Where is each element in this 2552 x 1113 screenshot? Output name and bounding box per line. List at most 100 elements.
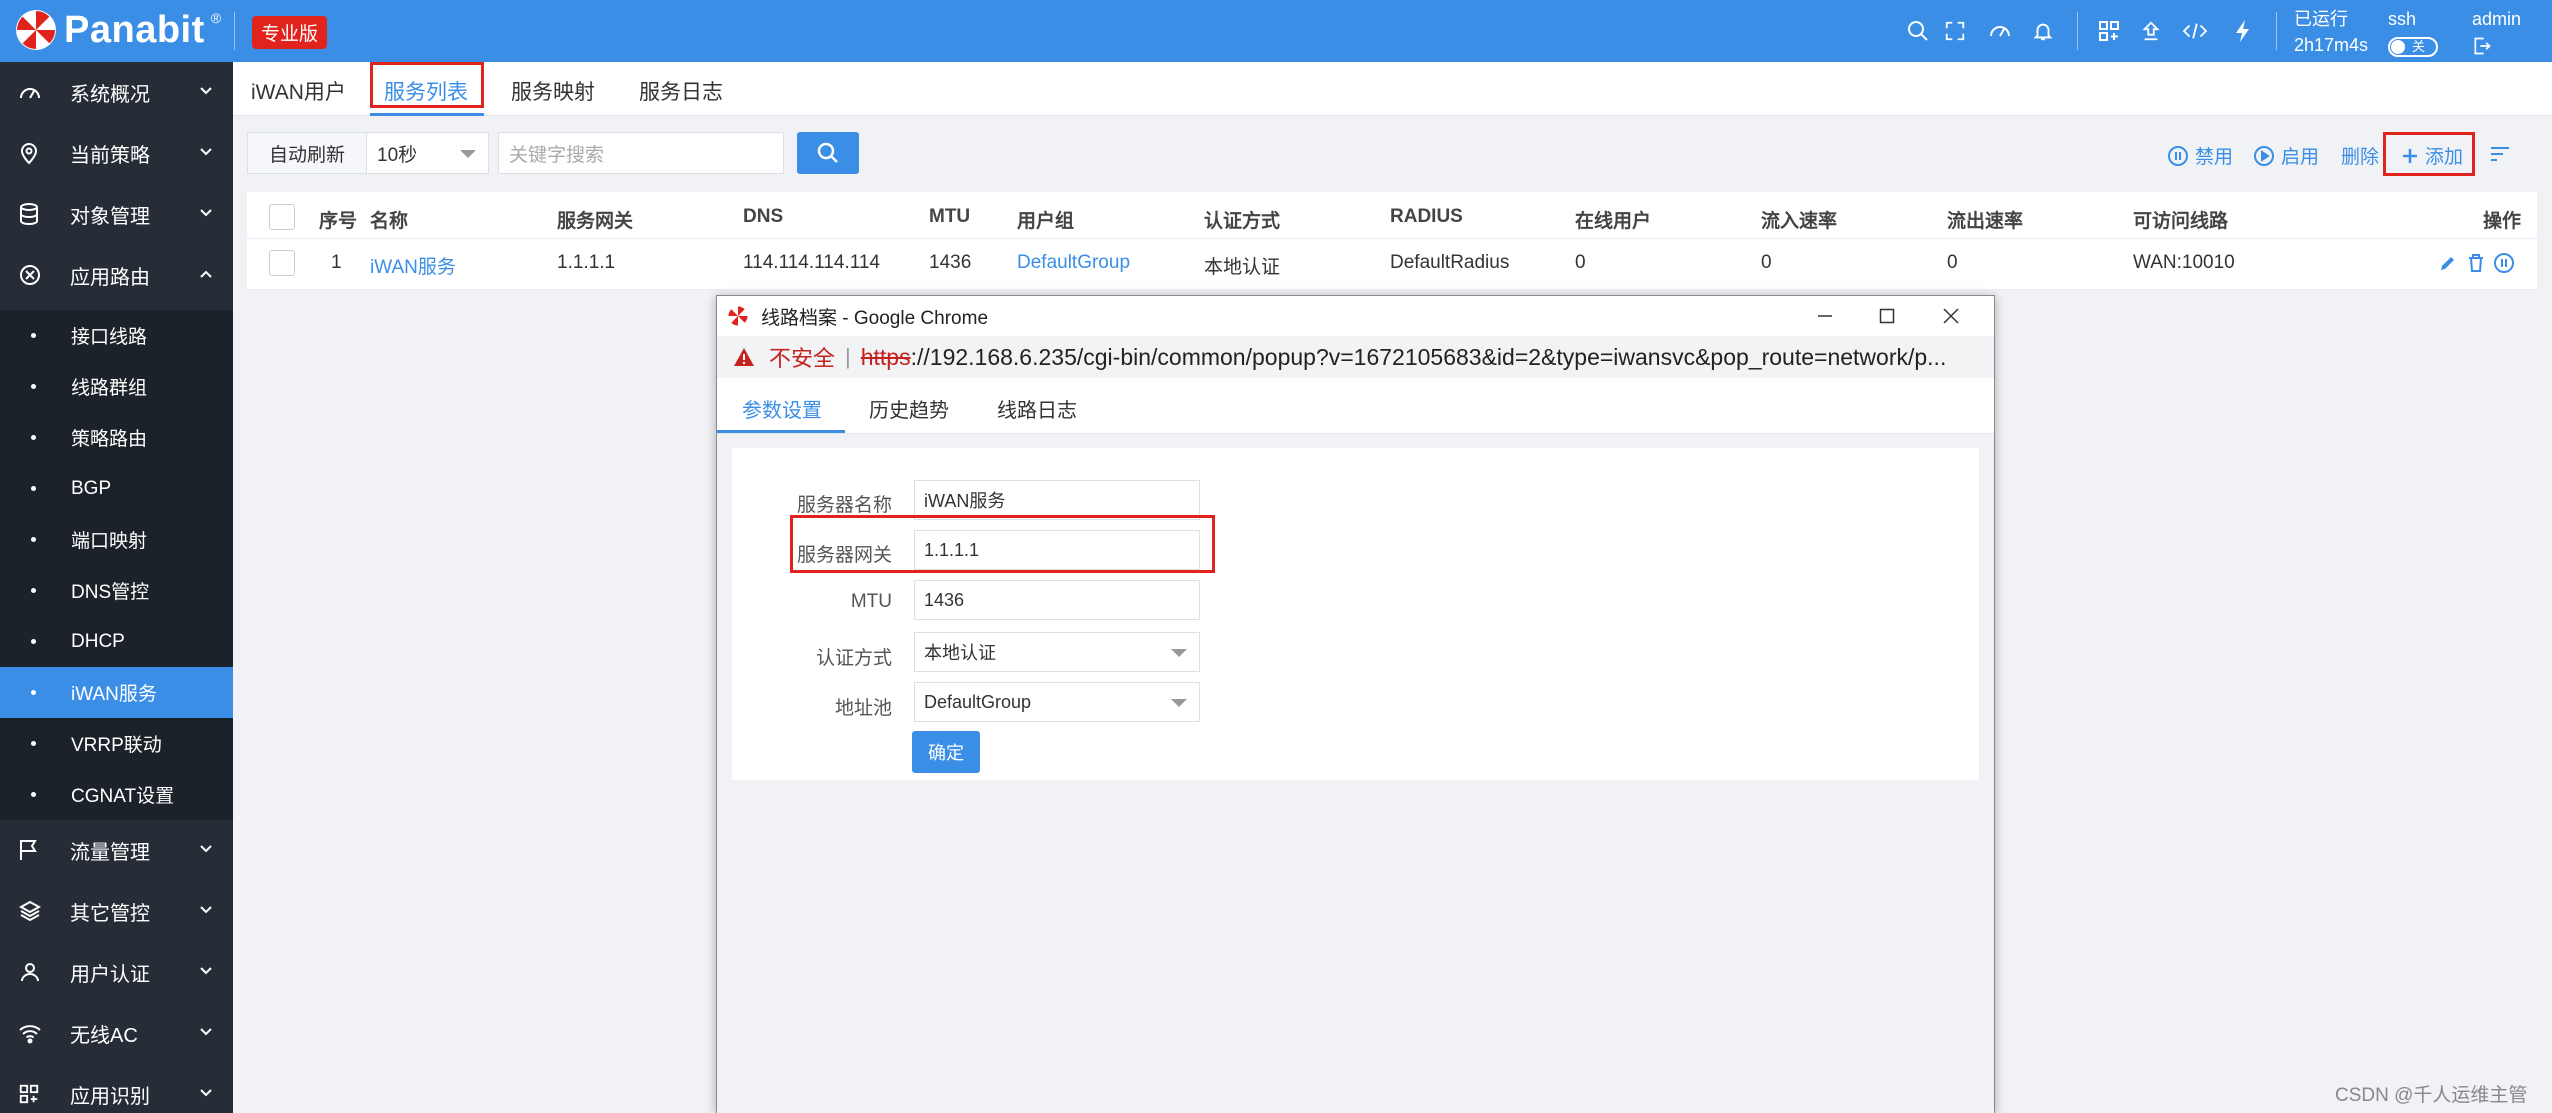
sidebar-item-label: 当前策略 (70, 144, 150, 167)
search-icon[interactable] (1903, 16, 1933, 46)
server-name-field[interactable]: iWAN服务 (914, 480, 1200, 520)
divider (2077, 12, 2078, 50)
confirm-button[interactable]: 确定 (912, 731, 980, 773)
delete-label: 删除 (2341, 147, 2380, 168)
bullet (31, 537, 36, 542)
separator: | (845, 344, 851, 369)
minimize-button[interactable] (1805, 302, 1845, 330)
tab-params[interactable]: 参数设置 (742, 394, 822, 423)
tab-service-log[interactable]: 服务日志 (639, 76, 723, 106)
search-input[interactable]: 关键字搜索 (498, 132, 784, 174)
sidebar-subitem-bgp[interactable]: BGP (0, 463, 233, 514)
service-table: 序号 名称 服务网关 DNS MTU 用户组 认证方式 RADIUS 在线用户 … (247, 192, 2537, 290)
sidebar-item-app-routing[interactable]: 应用路由 (0, 245, 233, 305)
sidebar-subitem-dhcp[interactable]: DHCP (0, 616, 233, 667)
column-header: 用户组 (1017, 211, 1075, 232)
enable-button[interactable]: 启用 (2253, 142, 2319, 169)
chevron-down-icon (200, 148, 212, 156)
sidebar-item-system-overview[interactable]: 系统概况 (0, 62, 233, 122)
disable-button[interactable]: 禁用 (2167, 142, 2233, 169)
bullet (31, 435, 36, 440)
tab-history[interactable]: 历史趋势 (869, 394, 949, 423)
column-header: 认证方式 (1204, 211, 1281, 232)
sidebar-item-wireless-ac[interactable]: 无线AC (0, 1003, 233, 1063)
sidebar-item-other-control[interactable]: 其它管控 (0, 881, 233, 941)
uptime-value: 2h17m4s (2294, 35, 2369, 55)
upload-icon[interactable] (2136, 16, 2166, 46)
fullscreen-icon[interactable] (1940, 16, 1970, 46)
sidebar-subitem-policy-routing[interactable]: 策略路由 (0, 412, 233, 463)
apps-icon (19, 1084, 39, 1104)
sidebar-item-user-auth[interactable]: 用户认证 (0, 942, 233, 1002)
lightning-icon[interactable] (2228, 16, 2258, 46)
maximize-icon (1879, 308, 1895, 324)
search-button[interactable] (797, 132, 859, 174)
dropdown-arrow-icon (460, 150, 476, 158)
sidebar-subitem-interface-lines[interactable]: 接口线路 (0, 310, 233, 361)
sidebar-subitem-label: VRRP联动 (71, 735, 162, 756)
tab-iwan-users[interactable]: iWAN用户 (251, 76, 346, 106)
maximize-button[interactable] (1867, 302, 1907, 330)
layers-icon (18, 900, 42, 922)
auth-method-select[interactable]: 本地认证 (914, 632, 1200, 672)
dashboard-gauge-icon[interactable] (1985, 16, 2015, 46)
refresh-interval-select[interactable]: 10秒 (367, 132, 489, 174)
tab-service-mapping[interactable]: 服务映射 (511, 76, 595, 106)
sidebar-subitem-dns-control[interactable]: DNS管控 (0, 565, 233, 616)
admin-menu[interactable]: admin (2472, 6, 2521, 63)
cell-group-link[interactable]: DefaultGroup (1017, 252, 1130, 274)
sidebar-item-label: 对象管理 (70, 205, 150, 228)
select-all-checkbox[interactable] (269, 204, 295, 230)
edit-icon[interactable] (2439, 254, 2457, 272)
flag-icon (20, 840, 37, 860)
sidebar-item-traffic-management[interactable]: 流量管理 (0, 820, 233, 880)
highlight-box (790, 515, 1215, 573)
refresh-interval-value: 10秒 (377, 144, 418, 166)
sidebar-subitem-vrrp[interactable]: VRRP联动 (0, 718, 233, 769)
code-icon[interactable] (2180, 16, 2210, 46)
cell-lines: WAN:10010 (2133, 252, 2235, 273)
sidebar-item-label: 系统概况 (70, 83, 150, 106)
sidebar-item-app-recognition[interactable]: 应用识别 (0, 1064, 233, 1113)
column-header: 名称 (370, 211, 409, 232)
sidebar-item-object-management[interactable]: 对象管理 (0, 184, 233, 244)
delete-button[interactable]: 删除 (2341, 142, 2379, 169)
logout-icon[interactable] (2472, 36, 2492, 56)
mtu-label: MTU (850, 591, 892, 612)
tab-line-log[interactable]: 线路日志 (997, 394, 1077, 423)
admin-username: admin (2472, 9, 2522, 29)
column-header: 序号 (319, 211, 358, 232)
pause-circle-icon[interactable] (2493, 252, 2515, 274)
bullet (31, 588, 36, 593)
enable-label: 启用 (2281, 147, 2320, 168)
sort-icon[interactable] (2489, 144, 2511, 164)
dropdown-arrow-icon (1171, 699, 1187, 707)
sidebar-subitem-port-mapping[interactable]: 端口映射 (0, 514, 233, 565)
mtu-field[interactable]: 1436 (914, 580, 1200, 620)
sidebar-subitem-label: 线路群组 (71, 378, 148, 399)
ssh-toggle[interactable]: 关 (2388, 37, 2438, 57)
apps-grid-icon[interactable] (2094, 16, 2124, 46)
highlight-box (370, 62, 484, 108)
address-bar[interactable]: 不安全 | https ://192.168.6.235/cgi-bin/com… (717, 336, 1994, 378)
chevron-down-icon (200, 1089, 212, 1097)
user-icon (21, 963, 39, 982)
insecure-label: 不安全 (769, 346, 836, 371)
sidebar-subitem-cgnat[interactable]: CGNAT设置 (0, 769, 233, 820)
bell-icon[interactable] (2028, 16, 2058, 46)
sidebar-subitem-line-groups[interactable]: 线路群组 (0, 361, 233, 412)
divider (2276, 12, 2277, 50)
close-button[interactable] (1931, 302, 1971, 330)
sidebar-item-label: 用户认证 (70, 963, 150, 986)
cell-name-link[interactable]: iWAN服务 (370, 252, 456, 279)
address-pool-select[interactable]: DefaultGroup (914, 682, 1200, 722)
trash-icon[interactable] (2467, 253, 2485, 273)
auto-refresh-button[interactable]: 自动刷新 (247, 132, 367, 174)
cell-radius: DefaultRadius (1390, 252, 1510, 273)
sidebar-item-current-policy[interactable]: 当前策略 (0, 123, 233, 183)
logo: Panabit ® (14, 8, 221, 52)
row-checkbox[interactable] (269, 250, 295, 276)
auth-method-value: 本地认证 (924, 643, 996, 663)
uptime-label: 已运行 (2294, 9, 2348, 29)
sidebar-subitem-iwan-service[interactable]: iWAN服务 (0, 667, 233, 718)
